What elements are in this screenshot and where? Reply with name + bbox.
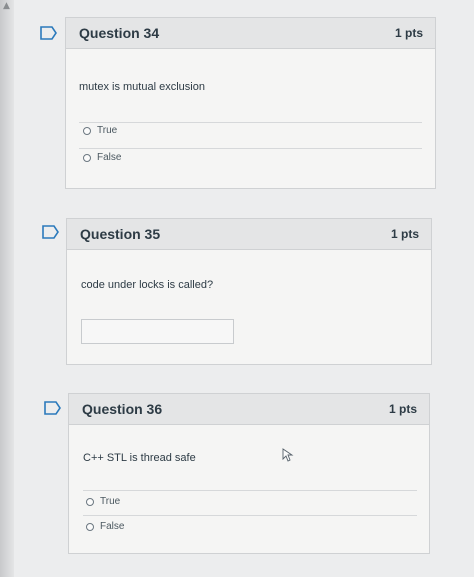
mouse-cursor-icon	[282, 448, 294, 462]
answer-label: False	[100, 521, 125, 532]
answer-divider	[79, 148, 422, 149]
left-scroll-strip: ▲	[0, 0, 14, 577]
answer-divider	[79, 122, 422, 123]
question-header: Question 35 1 pts	[67, 219, 431, 250]
chevron-up-icon[interactable]: ▲	[3, 1, 10, 11]
answer-option-true[interactable]: True	[86, 496, 120, 507]
answer-divider	[83, 490, 417, 491]
question-text: mutex is mutual exclusion	[79, 81, 205, 93]
question-points: 1 pts	[390, 227, 419, 241]
answer-label: True	[97, 125, 118, 136]
question-title: Question 35	[80, 226, 161, 242]
answer-option-true[interactable]: True	[83, 125, 117, 136]
question-text: code under locks is called?	[81, 279, 214, 291]
question-card-35: Question 35 1 pts code under locks is ca…	[66, 218, 432, 365]
answer-divider	[83, 515, 417, 516]
flag-outline-icon[interactable]	[40, 26, 58, 40]
question-title: Question 34	[79, 25, 160, 41]
radio-button[interactable]	[86, 497, 94, 506]
answer-label: True	[100, 496, 121, 507]
question-points: 1 pts	[388, 402, 417, 416]
answer-option-false[interactable]: False	[83, 152, 121, 163]
question-text: C++ STL is thread safe	[83, 452, 196, 464]
answer-text-input[interactable]	[81, 319, 234, 344]
radio-button[interactable]	[83, 126, 91, 135]
question-header: Question 36 1 pts	[69, 394, 429, 425]
question-title: Question 36	[82, 401, 163, 417]
question-card-36: Question 36 1 pts C++ STL is thread safe…	[68, 393, 430, 554]
answer-label: False	[97, 152, 122, 163]
radio-button[interactable]	[83, 153, 91, 162]
question-header: Question 34 1 pts	[66, 18, 435, 49]
flag-outline-icon[interactable]	[42, 225, 60, 239]
flag-outline-icon[interactable]	[44, 401, 62, 415]
question-points: 1 pts	[394, 26, 423, 40]
question-card-34: Question 34 1 pts mutex is mutual exclus…	[65, 17, 436, 189]
answer-option-false[interactable]: False	[86, 521, 124, 532]
radio-button[interactable]	[86, 522, 94, 531]
